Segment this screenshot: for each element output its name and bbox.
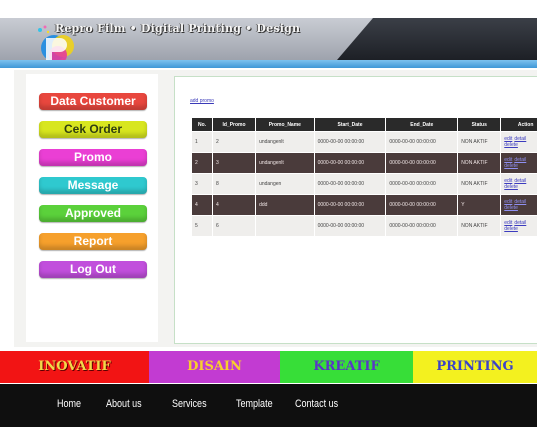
- col-promo-name: Promo_Name: [255, 117, 315, 132]
- footer-nav: Home About us Services Template Contact …: [0, 384, 537, 427]
- cell-name: ddd: [255, 194, 315, 216]
- main-panel: add promo No. Id_Promo Promo_Name Start_…: [174, 76, 537, 344]
- delete-link[interactable]: delete: [504, 142, 518, 148]
- cell-status: NON AKTIF: [457, 152, 502, 174]
- cell-start: 0000-00-00 00:00:00: [313, 194, 387, 216]
- cell-start: 0000-00-00 00:00:00: [313, 215, 387, 237]
- col-no: No.: [191, 117, 213, 132]
- cell-action: edit detail delete: [500, 194, 537, 216]
- sidebar-item-report[interactable]: Report: [39, 233, 147, 250]
- table-row: 4 4 ddd 0000-00-00 00:00:00 0000-00-00 0…: [191, 194, 537, 216]
- nav-template[interactable]: Template: [236, 398, 273, 410]
- sidebar-item-log-out[interactable]: Log Out: [39, 261, 147, 278]
- cell-status: Y: [457, 194, 502, 216]
- cell-name: [255, 215, 315, 237]
- category-bar: INOVATIF DISAIN KREATIF PRINTING: [0, 351, 537, 383]
- cell-no: 5: [191, 215, 213, 237]
- cell-no: 1: [191, 131, 213, 153]
- sidebar-item-data-customer[interactable]: Data Customer: [39, 93, 147, 110]
- table-row: 3 8 undangen 0000-00-00 00:00:00 0000-00…: [191, 173, 537, 195]
- add-promo-link[interactable]: add promo: [190, 98, 214, 104]
- sidebar-item-cek-order[interactable]: Cek Order: [39, 121, 147, 138]
- category-disain: DISAIN: [149, 351, 280, 383]
- col-end-date: End_Date: [385, 117, 459, 132]
- nav-contact-us[interactable]: Contact us: [295, 398, 338, 410]
- category-inovatif: INOVATIF: [0, 351, 149, 383]
- col-id-promo: Id_Promo: [211, 117, 257, 132]
- nav-home[interactable]: Home: [57, 398, 81, 410]
- cell-start: 0000-00-00 00:00:00: [313, 131, 387, 153]
- cell-start: 0000-00-00 00:00:00: [313, 173, 387, 195]
- header-divider: [0, 60, 537, 68]
- page: Repro Film • Digital Printing • Design D…: [0, 0, 537, 427]
- cell-status: NON AKTIF: [457, 131, 502, 153]
- category-kreatif: KREATIF: [280, 351, 413, 383]
- cell-action: edit detail delete: [500, 215, 537, 237]
- table-header-row: No. Id_Promo Promo_Name Start_Date End_D…: [191, 117, 537, 132]
- cell-status: NON AKTIF: [457, 215, 502, 237]
- cell-no: 4: [191, 194, 213, 216]
- col-status: Status: [457, 117, 502, 132]
- cell-id: 4: [211, 194, 257, 216]
- cell-action: edit detail delete: [500, 173, 537, 195]
- cell-no: 3: [191, 173, 213, 195]
- col-action: Action: [500, 117, 537, 132]
- cell-no: 2: [191, 152, 213, 174]
- delete-link[interactable]: delete: [504, 226, 518, 232]
- delete-link[interactable]: delete: [504, 205, 518, 211]
- category-printing: PRINTING: [413, 351, 537, 383]
- sidebar: Data Customer Cek Order Promo Message Ap…: [26, 74, 158, 342]
- promo-table: No. Id_Promo Promo_Name Start_Date End_D…: [191, 117, 537, 237]
- cell-end: 0000-00-00 00:00:00: [385, 215, 459, 237]
- sidebar-item-approved[interactable]: Approved: [39, 205, 147, 222]
- nav-services[interactable]: Services: [172, 398, 207, 410]
- cell-action: edit detail delete: [500, 131, 537, 153]
- cell-name: undangenlt: [255, 131, 315, 153]
- sidebar-item-message[interactable]: Message: [39, 177, 147, 194]
- cell-status: NON AKTIF: [457, 173, 502, 195]
- cell-end: 0000-00-00 00:00:00: [385, 131, 459, 153]
- cell-start: 0000-00-00 00:00:00: [313, 152, 387, 174]
- cell-name: undangenlt: [255, 152, 315, 174]
- table-row: 2 3 undangenlt 0000-00-00 00:00:00 0000-…: [191, 152, 537, 174]
- cell-id: 3: [211, 152, 257, 174]
- cell-end: 0000-00-00 00:00:00: [385, 173, 459, 195]
- cell-name: undangen: [255, 173, 315, 195]
- delete-link[interactable]: delete: [504, 163, 518, 169]
- nav-about-us[interactable]: About us: [106, 398, 142, 410]
- sidebar-item-promo[interactable]: Promo: [39, 149, 147, 166]
- cell-id: 6: [211, 215, 257, 237]
- cell-end: 0000-00-00 00:00:00: [385, 194, 459, 216]
- delete-link[interactable]: delete: [504, 184, 518, 190]
- cell-end: 0000-00-00 00:00:00: [385, 152, 459, 174]
- top-strip: [0, 0, 537, 18]
- cell-id: 2: [211, 131, 257, 153]
- table-row: 5 6 0000-00-00 00:00:00 0000-00-00 00:00…: [191, 215, 537, 237]
- cell-action: edit detail delete: [500, 152, 537, 174]
- col-start-date: Start_Date: [313, 117, 387, 132]
- cell-id: 8: [211, 173, 257, 195]
- table-row: 1 2 undangenlt 0000-00-00 00:00:00 0000-…: [191, 131, 537, 153]
- page-title: Repro Film • Digital Printing • Design: [55, 22, 301, 35]
